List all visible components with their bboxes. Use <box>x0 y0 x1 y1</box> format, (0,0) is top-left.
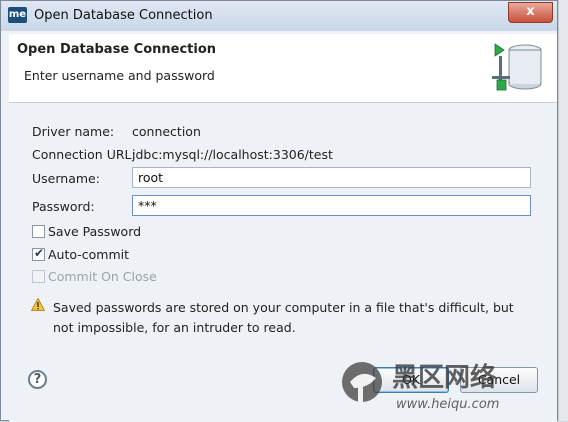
watermark-text: 黑区网络 <box>392 362 496 393</box>
background-window-edge <box>558 0 568 421</box>
help-icon[interactable]: ? <box>28 370 47 389</box>
database-icon <box>492 43 542 91</box>
dialog-header: Open Database Connection Enter username … <box>9 34 557 103</box>
driver-name-label: Driver name: <box>32 124 115 139</box>
save-password-checkbox[interactable] <box>32 225 45 238</box>
watermark-logo: 黑区网络 www.heiqu.com <box>342 362 499 412</box>
connection-url-label: Connection URL: <box>32 147 136 162</box>
watermark-url: www.heiqu.com <box>396 397 499 412</box>
password-input[interactable]: *** <box>132 195 531 216</box>
password-label: Password: <box>32 199 95 214</box>
username-label: Username: <box>32 171 100 186</box>
window-title: Open Database Connection <box>34 8 213 23</box>
close-button[interactable]: x <box>508 2 553 23</box>
commit-on-close-checkbox <box>32 270 45 283</box>
auto-commit-label[interactable]: Auto-commit <box>48 247 129 262</box>
close-icon: x <box>526 4 535 19</box>
username-input[interactable]: root <box>132 167 531 188</box>
warning-icon <box>31 298 45 311</box>
title-bar[interactable]: me Open Database Connection x <box>1 1 557 31</box>
connection-url-value: jdbc:mysql://localhost:3306/test <box>132 147 333 162</box>
checkmark-icon: ✔ <box>34 246 45 260</box>
auto-commit-checkbox[interactable]: ✔ <box>32 246 45 261</box>
warning-text: Saved passwords are stored on your compu… <box>53 300 514 335</box>
save-password-label[interactable]: Save Password <box>48 224 141 239</box>
driver-name-value: connection <box>132 124 201 139</box>
app-icon: me <box>8 7 27 23</box>
header-title: Open Database Connection <box>17 42 217 57</box>
commit-on-close-label: Commit On Close <box>48 269 157 284</box>
header-subtitle: Enter username and password <box>24 68 215 83</box>
